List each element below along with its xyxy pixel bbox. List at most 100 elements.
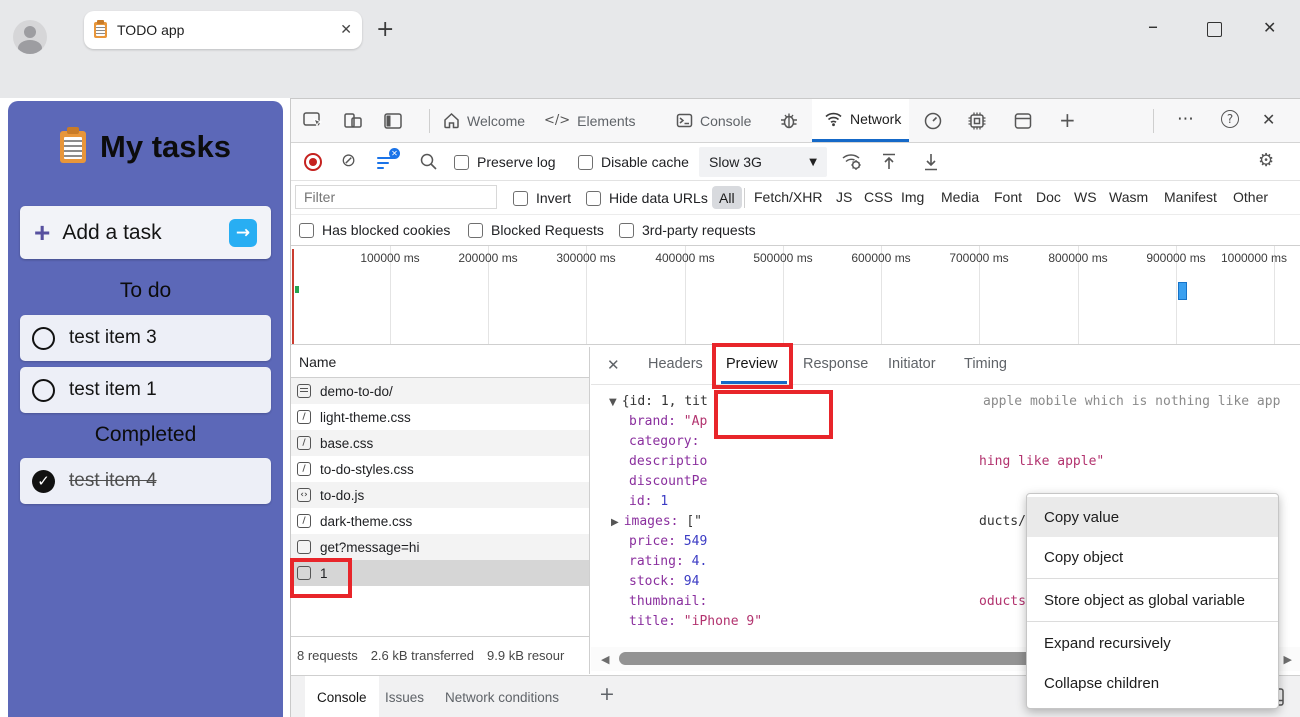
filter-type[interactable]: Manifest bbox=[1164, 189, 1217, 205]
menu-item-copy-value[interactable]: Copy value bbox=[1027, 497, 1278, 537]
filter-type[interactable]: Wasm bbox=[1109, 189, 1148, 205]
checkbox-icon[interactable] bbox=[513, 191, 528, 206]
checked-circle-icon[interactable]: ✓ bbox=[32, 470, 55, 493]
json-root-line[interactable]: ▼{id: 1, tit bbox=[609, 392, 708, 413]
add-task-field[interactable]: + Add a task → bbox=[20, 206, 271, 259]
table-row[interactable]: / base.css bbox=[291, 430, 589, 456]
todo-favicon-icon bbox=[94, 22, 107, 38]
tab-response[interactable]: Response bbox=[803, 356, 868, 372]
table-row[interactable]: / dark-theme.css bbox=[291, 508, 589, 534]
application-icon[interactable] bbox=[1013, 111, 1033, 131]
has-blocked-cookies-checkbox[interactable]: Has blocked cookies bbox=[299, 222, 450, 238]
disable-cache-checkbox[interactable]: Disable cache bbox=[578, 154, 689, 170]
tab-headers[interactable]: Headers bbox=[648, 356, 703, 372]
tab-elements[interactable]: </> Elements bbox=[544, 99, 636, 142]
filter-type[interactable]: Fetch/XHR bbox=[754, 189, 822, 205]
filter-type[interactable]: JS bbox=[836, 189, 852, 205]
menu-item-expand-recursively[interactable]: Expand recursively bbox=[1027, 623, 1278, 663]
device-toolbar-icon[interactable] bbox=[343, 111, 363, 131]
window-close-button[interactable]: ✕ bbox=[1263, 18, 1276, 37]
network-overview-timeline[interactable]: 100000 ms 200000 ms 300000 ms 400000 ms … bbox=[291, 246, 1300, 345]
filter-type-all[interactable]: All bbox=[712, 186, 742, 209]
export-har-icon[interactable] bbox=[922, 152, 940, 172]
window-minimize-button[interactable]: – bbox=[1148, 14, 1158, 38]
table-row[interactable]: / to-do-styles.css bbox=[291, 456, 589, 482]
table-row[interactable]: ‹› to-do.js bbox=[291, 482, 589, 508]
filter-type[interactable]: Img bbox=[901, 189, 924, 205]
checkbox-icon[interactable] bbox=[586, 191, 601, 206]
tab-timing[interactable]: Timing bbox=[964, 356, 1007, 372]
tab-network[interactable]: Network bbox=[812, 99, 909, 142]
checkbox-icon[interactable] bbox=[619, 223, 634, 238]
filter-type[interactable]: Other bbox=[1233, 189, 1268, 205]
drawer-tab-issues[interactable]: Issues bbox=[373, 676, 436, 717]
devtools-menu-icon[interactable]: ⋯ bbox=[1177, 109, 1194, 129]
collapse-arrow-icon[interactable]: ▶ bbox=[611, 517, 619, 528]
network-settings-gear-icon[interactable]: ⚙ bbox=[1258, 150, 1274, 171]
performance-icon[interactable] bbox=[923, 111, 943, 131]
scroll-right-icon[interactable]: ▶ bbox=[1284, 653, 1292, 666]
unchecked-circle-icon[interactable] bbox=[32, 327, 55, 350]
filter-type[interactable]: Font bbox=[994, 189, 1022, 205]
throttling-dropdown[interactable]: Slow 3G ▼ bbox=[699, 147, 827, 177]
filter-icon[interactable]: ✕ bbox=[377, 154, 395, 172]
expand-arrow-icon[interactable]: ▼ bbox=[609, 397, 617, 408]
add-task-submit-button[interactable]: → bbox=[229, 219, 257, 247]
todo-item[interactable]: test item 3 bbox=[20, 315, 271, 361]
scroll-left-icon[interactable]: ◀ bbox=[601, 653, 609, 666]
inspect-icon[interactable] bbox=[303, 111, 323, 131]
clear-icon[interactable]: ⊘ bbox=[341, 150, 356, 171]
tab-close-icon[interactable]: ✕ bbox=[340, 23, 352, 37]
tab-initiator[interactable]: Initiator bbox=[888, 356, 936, 372]
drawer-tab-network-conditions[interactable]: Network conditions bbox=[433, 676, 571, 717]
checkbox-icon[interactable] bbox=[454, 155, 469, 170]
todo-item[interactable]: test item 1 bbox=[20, 367, 271, 413]
invert-checkbox[interactable]: Invert bbox=[513, 190, 571, 206]
table-row[interactable]: demo-to-do/ bbox=[291, 378, 589, 404]
unchecked-circle-icon[interactable] bbox=[32, 379, 55, 402]
preserve-log-checkbox[interactable]: Preserve log bbox=[454, 154, 556, 170]
record-button[interactable] bbox=[304, 153, 322, 171]
table-row[interactable]: get?message=hi bbox=[291, 534, 589, 560]
hide-data-urls-checkbox[interactable]: Hide data URLs bbox=[586, 190, 708, 206]
menu-item-collapse-children[interactable]: Collapse children bbox=[1027, 663, 1278, 703]
blocked-requests-checkbox[interactable]: Blocked Requests bbox=[468, 222, 604, 238]
network-conditions-icon[interactable] bbox=[841, 152, 863, 172]
filter-input[interactable] bbox=[295, 185, 497, 209]
request-name: base.css bbox=[320, 436, 373, 451]
devtools-close-icon[interactable]: ✕ bbox=[1262, 110, 1275, 129]
tab-welcome[interactable]: Welcome bbox=[443, 99, 525, 142]
menu-item-copy-object[interactable]: Copy object bbox=[1027, 537, 1278, 577]
filter-type[interactable]: Doc bbox=[1036, 189, 1061, 205]
memory-icon[interactable] bbox=[967, 111, 987, 131]
completed-item-label: test item 4 bbox=[69, 470, 157, 492]
new-tab-button[interactable]: + bbox=[376, 22, 394, 38]
name-column-header[interactable]: Name bbox=[299, 354, 336, 370]
third-party-requests-checkbox[interactable]: 3rd-party requests bbox=[619, 222, 756, 238]
filter-type[interactable]: WS bbox=[1074, 189, 1097, 205]
detail-close-icon[interactable]: ✕ bbox=[607, 356, 620, 374]
filter-type[interactable]: CSS bbox=[864, 189, 893, 205]
tab-console[interactable]: Console bbox=[676, 99, 751, 142]
drawer-more-tools-button[interactable]: + bbox=[599, 683, 615, 705]
more-tabs-button[interactable]: + bbox=[1059, 108, 1076, 132]
filter-type[interactable]: Media bbox=[941, 189, 979, 205]
browser-tab[interactable]: TODO app ✕ bbox=[84, 11, 362, 49]
divider bbox=[429, 109, 430, 133]
table-row[interactable]: / light-theme.css bbox=[291, 404, 589, 430]
completed-item[interactable]: ✓ test item 4 bbox=[20, 458, 271, 504]
network-table-header[interactable]: Name bbox=[291, 347, 590, 378]
search-icon[interactable] bbox=[419, 152, 438, 171]
checkbox-icon[interactable] bbox=[468, 223, 483, 238]
drawer-tab-console[interactable]: Console bbox=[305, 676, 379, 717]
window-maximize-button[interactable] bbox=[1207, 22, 1222, 37]
import-har-icon[interactable] bbox=[880, 152, 898, 172]
help-icon[interactable]: ? bbox=[1221, 110, 1239, 128]
profile-avatar[interactable] bbox=[13, 20, 47, 54]
checkbox-icon[interactable] bbox=[578, 155, 593, 170]
menu-item-store-global[interactable]: Store object as global variable bbox=[1027, 580, 1278, 620]
dock-side-icon[interactable] bbox=[383, 111, 403, 131]
json-row-expandable[interactable]: ▶images: [" bbox=[611, 512, 702, 533]
checkbox-icon[interactable] bbox=[299, 223, 314, 238]
bug-icon[interactable] bbox=[779, 111, 799, 131]
